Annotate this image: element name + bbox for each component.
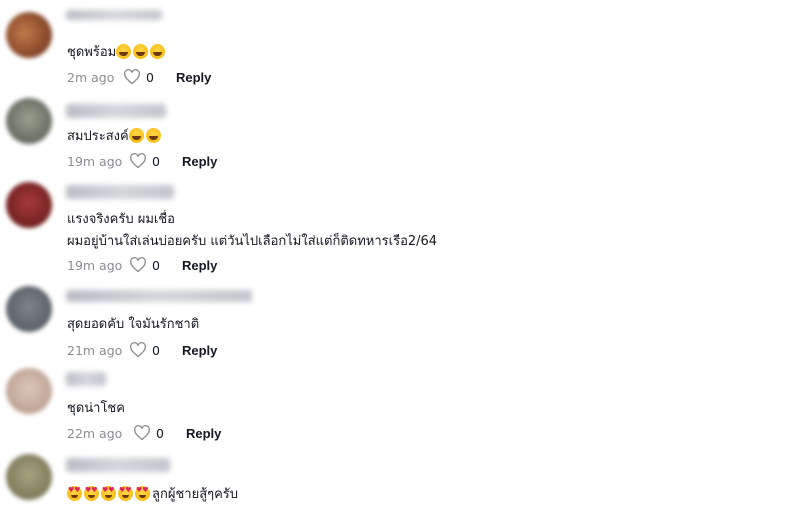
laugh-emoji-icon <box>116 44 132 59</box>
avatar[interactable] <box>6 182 52 228</box>
heart-icon <box>134 425 150 441</box>
comment-text: ลูกผู้ชายสู้ๆครับ <box>67 486 238 503</box>
like-count: 0 <box>146 69 154 85</box>
comment-text-label: ลูกผู้ชายสู้ๆครับ <box>152 487 239 502</box>
comment-text-label: ชุดพร้อม <box>67 45 117 60</box>
heart-eyes-emoji-icon <box>84 486 99 501</box>
heart-icon <box>130 257 146 273</box>
laugh-emoji-icon <box>128 128 144 143</box>
laugh-emoji-icon <box>133 44 149 59</box>
comment-meta: 22m ago 0 Reply <box>67 425 221 441</box>
username[interactable] <box>66 458 170 472</box>
reply-button[interactable]: Reply <box>176 70 211 85</box>
reply-button[interactable]: Reply <box>182 258 217 273</box>
like-button[interactable]: 0 <box>133 425 164 441</box>
heart-eyes-emoji-icon <box>101 486 116 501</box>
avatar[interactable] <box>6 368 52 414</box>
comment-time: 2m ago <box>67 69 115 85</box>
reply-button[interactable]: Reply <box>182 343 217 358</box>
avatar[interactable] <box>6 98 52 144</box>
comment-text-label: สุดยอดคับ ใจมันรักชาติ <box>67 317 200 332</box>
like-count: 0 <box>156 425 164 441</box>
like-button[interactable]: 0 <box>129 342 160 358</box>
avatar[interactable] <box>6 454 52 500</box>
comment-list: ชุดพร้อม 2m ago 0 Reply สมประสงค์ 19m ag… <box>0 0 800 507</box>
comment-text: สมประสงค์ <box>67 128 163 145</box>
comment-text-line: ผมอยู่บ้านใส่เล่นบ่อยครับ แต่วันไปเลือกไ… <box>67 234 438 249</box>
heart-eyes-emoji-icon <box>118 486 133 501</box>
reply-button[interactable]: Reply <box>186 426 221 441</box>
comment-meta: 19m ago 0 Reply <box>67 257 217 273</box>
like-count: 0 <box>152 342 160 358</box>
like-count: 0 <box>152 153 160 169</box>
comment-meta: 19m ago 0 Reply <box>67 153 217 169</box>
comment-time: 22m ago <box>67 425 123 441</box>
avatar[interactable] <box>6 286 52 332</box>
heart-icon <box>130 153 146 169</box>
comment-time: 21m ago <box>67 342 123 358</box>
like-button[interactable]: 0 <box>129 257 160 273</box>
username[interactable] <box>66 10 162 20</box>
comment-text-line: แรงจริงครับ ผมเชื่อ <box>67 212 175 227</box>
heart-eyes-emoji-icon <box>135 486 150 501</box>
comment-text: ชุดน่าโชค <box>67 401 125 417</box>
like-button[interactable]: 0 <box>123 69 154 85</box>
comment-text-label: ชุดน่าโชค <box>67 401 125 416</box>
comment-meta: 21m ago 0 Reply <box>67 342 217 358</box>
comment-text: แรงจริงครับ ผมเชื่อ ผมอยู่บ้านใส่เล่นบ่อ… <box>67 212 437 250</box>
laugh-emoji-icon <box>150 44 166 59</box>
comment-time: 19m ago <box>67 153 123 169</box>
reply-button[interactable]: Reply <box>182 154 217 169</box>
username[interactable] <box>66 104 166 118</box>
avatar[interactable] <box>6 12 52 58</box>
like-button[interactable]: 0 <box>129 153 160 169</box>
username[interactable] <box>66 372 106 386</box>
laugh-emoji-icon <box>145 128 161 143</box>
like-count: 0 <box>152 257 160 273</box>
comment-text-label: สมประสงค์ <box>67 129 129 144</box>
username[interactable] <box>66 290 252 302</box>
comment-text: ชุดพร้อม <box>67 44 167 61</box>
heart-icon <box>130 342 146 358</box>
username[interactable] <box>66 185 174 199</box>
comment-text: สุดยอดคับ ใจมันรักชาติ <box>67 317 199 333</box>
comment-time: 19m ago <box>67 257 123 273</box>
heart-icon <box>124 69 140 85</box>
heart-eyes-emoji-icon <box>67 486 82 501</box>
comment-meta: 2m ago 0 Reply <box>67 69 211 85</box>
